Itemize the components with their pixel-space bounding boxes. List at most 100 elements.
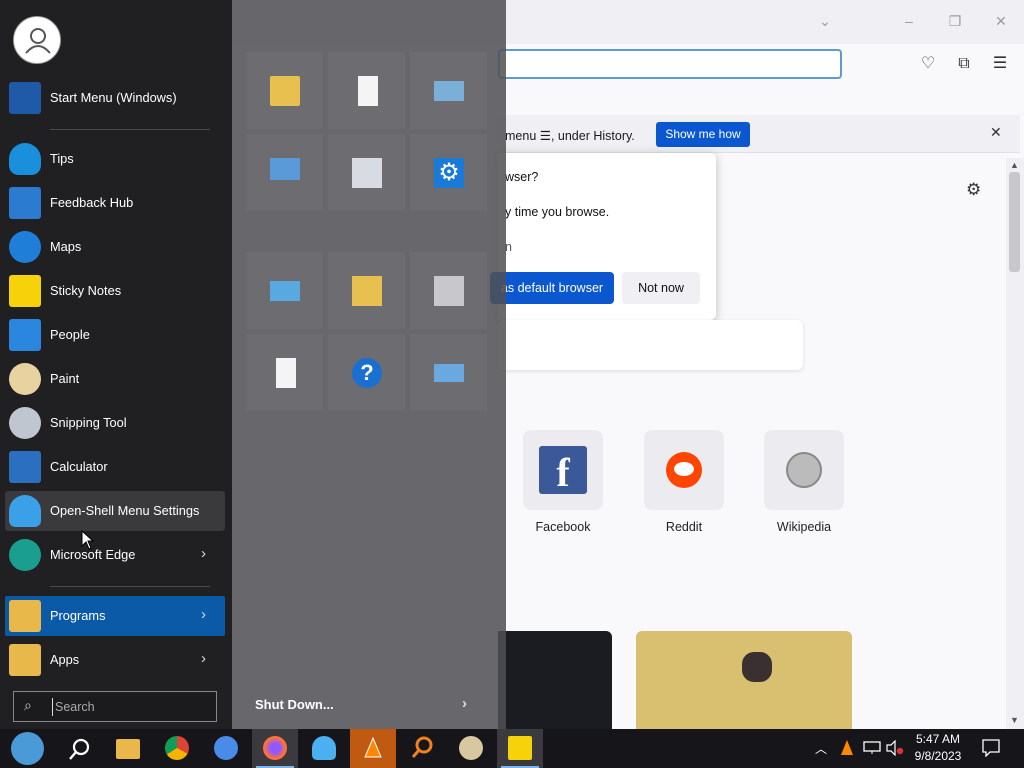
menu-item-programs[interactable]: Programs › [5, 596, 225, 636]
firefox-icon [263, 736, 287, 760]
menu-item-label: Apps [50, 652, 80, 667]
vlc-icon [364, 736, 382, 758]
tile-system-info[interactable] [246, 252, 323, 329]
file-explorer-icon [116, 739, 140, 759]
chevron-right-icon: › [201, 650, 206, 667]
start-menu: Start Menu (Windows) Tips Feedback Hub M… [0, 0, 506, 729]
menu-item-paint[interactable]: Paint [5, 359, 225, 399]
story-card[interactable] [636, 631, 852, 729]
tile-run[interactable] [410, 334, 487, 411]
close-button[interactable]: ✕ [988, 8, 1014, 34]
tab-list-chevron-icon[interactable]: ⌄ [812, 8, 838, 34]
menu-item-sticky-notes[interactable]: Sticky Notes [5, 271, 225, 311]
clock-date: 9/8/2023 [914, 749, 962, 763]
scroll-up-icon[interactable]: ▲ [1010, 160, 1019, 170]
taskbar-chrome[interactable] [154, 729, 200, 768]
start-search-box[interactable]: ⌕ [13, 691, 217, 722]
reddit-face-shape [674, 462, 694, 476]
extensions-icon[interactable]: ⧉ [953, 54, 975, 74]
taskbar-open-shell[interactable] [301, 729, 347, 768]
notification-close-icon[interactable]: ✕ [990, 124, 1002, 141]
search-icon: ⌕ [24, 697, 32, 713]
pocket-icon[interactable]: ♡ [917, 54, 939, 74]
scroll-down-icon[interactable]: ▼ [1010, 715, 1019, 725]
taskbar-magnifier[interactable] [399, 729, 445, 768]
open-shell-icon [312, 736, 336, 760]
taskbar-clock[interactable]: 5:47 AM 9/8/2023 [910, 731, 966, 765]
palette-icon [9, 363, 41, 395]
tile-printers[interactable] [410, 252, 487, 329]
tile-user-folder[interactable] [246, 52, 323, 129]
menu-item-label: Paint [50, 371, 80, 386]
user-folder-icon [270, 76, 300, 106]
taskbar-sticky-notes[interactable] [497, 729, 543, 768]
taskbar-file-explorer[interactable] [105, 729, 151, 768]
minimize-button[interactable]: – [896, 8, 922, 34]
action-center-icon[interactable] [982, 739, 1000, 768]
restore-button[interactable]: ❐ [942, 8, 968, 34]
menu-item-start-menu-windows[interactable]: Start Menu (Windows) [5, 78, 225, 118]
scissors-icon [9, 407, 41, 439]
set-default-button[interactable]: as default browser [490, 272, 614, 304]
dialog-body: y time you browse. [505, 205, 610, 219]
show-me-how-button[interactable]: Show me how [656, 122, 750, 147]
tile-computer[interactable] [246, 134, 323, 211]
map-pin-icon [9, 231, 41, 263]
menu-item-open-shell-settings[interactable]: Open-Shell Menu Settings [5, 491, 225, 531]
shut-down-button[interactable]: Shut Down... › [242, 688, 482, 720]
mouse-cursor-icon [81, 530, 95, 550]
volume-muted-icon[interactable] [886, 739, 904, 768]
menu-item-label: Start Menu (Windows) [50, 90, 177, 105]
menu-item-people[interactable]: People [5, 315, 225, 355]
picture-icon [434, 81, 464, 101]
tile-search[interactable] [246, 334, 323, 411]
printer-icon [434, 276, 464, 306]
menu-item-tips[interactable]: Tips [5, 139, 225, 179]
taskbar-firefox[interactable] [252, 729, 298, 768]
menu-item-calculator[interactable]: Calculator [5, 447, 225, 487]
chevron-right-icon: › [462, 695, 467, 712]
taskbar-chrome-alt[interactable] [203, 729, 249, 768]
show-hidden-icons-chevron-icon[interactable]: ︿ [815, 740, 827, 768]
start-button[interactable] [3, 729, 49, 768]
web-search-box[interactable] [498, 320, 803, 370]
clock-time: 5:47 AM [915, 732, 961, 746]
tile-help[interactable]: ? [328, 334, 405, 411]
user-avatar[interactable] [13, 16, 61, 64]
tile-settings[interactable]: ⚙ [410, 134, 487, 211]
chrome-alt-icon [214, 736, 238, 760]
menu-item-maps[interactable]: Maps [5, 227, 225, 267]
computer-icon [270, 158, 300, 180]
settings-gear-icon[interactable]: ⚙ [966, 180, 981, 200]
tile-documents[interactable] [328, 52, 405, 129]
tile-pictures[interactable] [410, 52, 487, 129]
network-icon[interactable] [863, 741, 881, 768]
separator [50, 129, 210, 130]
taskbar-paint[interactable] [448, 729, 494, 768]
dialog-title: wser? [505, 170, 539, 184]
story-card[interactable] [498, 631, 612, 729]
scrollbar-thumb[interactable] [1009, 172, 1020, 272]
not-now-button[interactable]: Not now [622, 272, 700, 304]
tile-control-panel[interactable] [328, 134, 405, 211]
menu-item-label: People [50, 327, 90, 342]
help-icon: ? [352, 358, 382, 388]
vlc-tray-icon[interactable] [839, 739, 855, 768]
shut-down-label: Shut Down... [255, 697, 334, 712]
menu-item-apps[interactable]: Apps › [5, 640, 225, 680]
start-menu-icon [9, 82, 41, 114]
taskbar-search-button[interactable] [56, 729, 102, 768]
menu-item-microsoft-edge[interactable]: Microsoft Edge › [5, 535, 225, 575]
shortcut-label: Wikipedia [776, 520, 832, 534]
menu-item-feedback-hub[interactable]: Feedback Hub [5, 183, 225, 223]
tile-network[interactable] [328, 252, 405, 329]
sticky-notes-icon [508, 736, 532, 760]
menu-item-snipping-tool[interactable]: Snipping Tool [5, 403, 225, 443]
run-icon [434, 364, 464, 382]
lightbulb-icon [9, 143, 41, 175]
separator [50, 586, 210, 587]
taskbar-vlc[interactable] [350, 729, 396, 768]
menu-icon[interactable]: ☰ [989, 54, 1011, 74]
address-bar[interactable] [498, 49, 842, 79]
start-search-input[interactable] [52, 698, 212, 716]
